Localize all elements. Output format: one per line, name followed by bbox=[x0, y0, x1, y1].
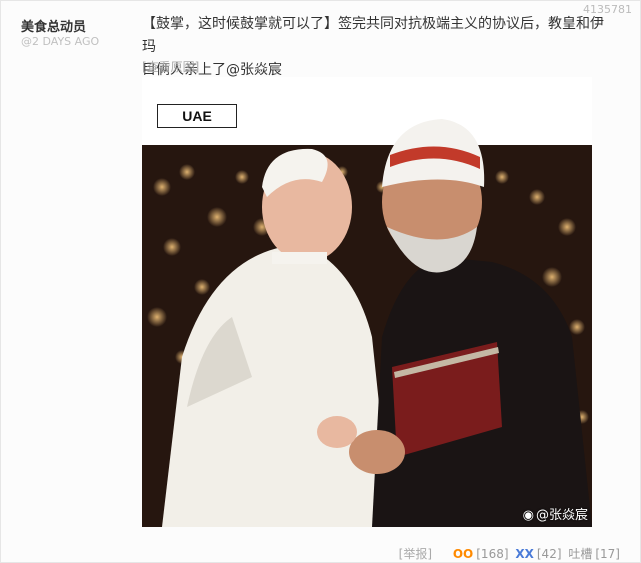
post-card: 4135781 美食总动员 @2 DAYS AGO 【鼓掌，这时候鼓掌就可以了】… bbox=[0, 0, 641, 563]
pope-collar bbox=[272, 252, 327, 264]
author-name[interactable]: 美食总动员 bbox=[21, 16, 86, 35]
oo-vote-button[interactable]: OO bbox=[453, 547, 473, 561]
author-column: 美食总动员 @2 DAYS AGO bbox=[1, 1, 137, 562]
post-content: 【鼓掌，这时候鼓掌就可以了】签完共同对抗极端主义的协议后，教皇和伊玛 目俩人亲上… bbox=[142, 13, 612, 82]
post-image-svg bbox=[142, 77, 592, 527]
view-original-link[interactable]: [查看原图] bbox=[142, 58, 199, 75]
imam-hand bbox=[349, 430, 405, 474]
comments-link[interactable]: 吐槽 bbox=[568, 547, 592, 561]
weibo-icon: ◉ bbox=[522, 508, 534, 523]
xx-vote-button[interactable]: XX bbox=[515, 547, 534, 561]
post-image[interactable]: UAE ◉ @张焱宸 bbox=[142, 77, 592, 527]
watermark-text: @张焱宸 bbox=[535, 508, 588, 523]
image-watermark: ◉ @张焱宸 bbox=[523, 504, 588, 523]
report-link[interactable]: [举报] bbox=[399, 547, 432, 561]
post-time: @2 DAYS AGO bbox=[21, 35, 100, 48]
comments-count: [17] bbox=[595, 547, 620, 561]
image-tag: UAE bbox=[157, 104, 237, 128]
xx-count: [42] bbox=[536, 547, 562, 561]
oo-count: [168] bbox=[476, 547, 509, 561]
post-content-line-1: 【鼓掌，这时候鼓掌就可以了】签完共同对抗极端主义的协议后，教皇和伊玛 bbox=[142, 16, 604, 55]
post-footer: [举报] OO [168] XX [42] 吐槽 [17] bbox=[396, 545, 620, 562]
pope-hand bbox=[317, 416, 357, 448]
